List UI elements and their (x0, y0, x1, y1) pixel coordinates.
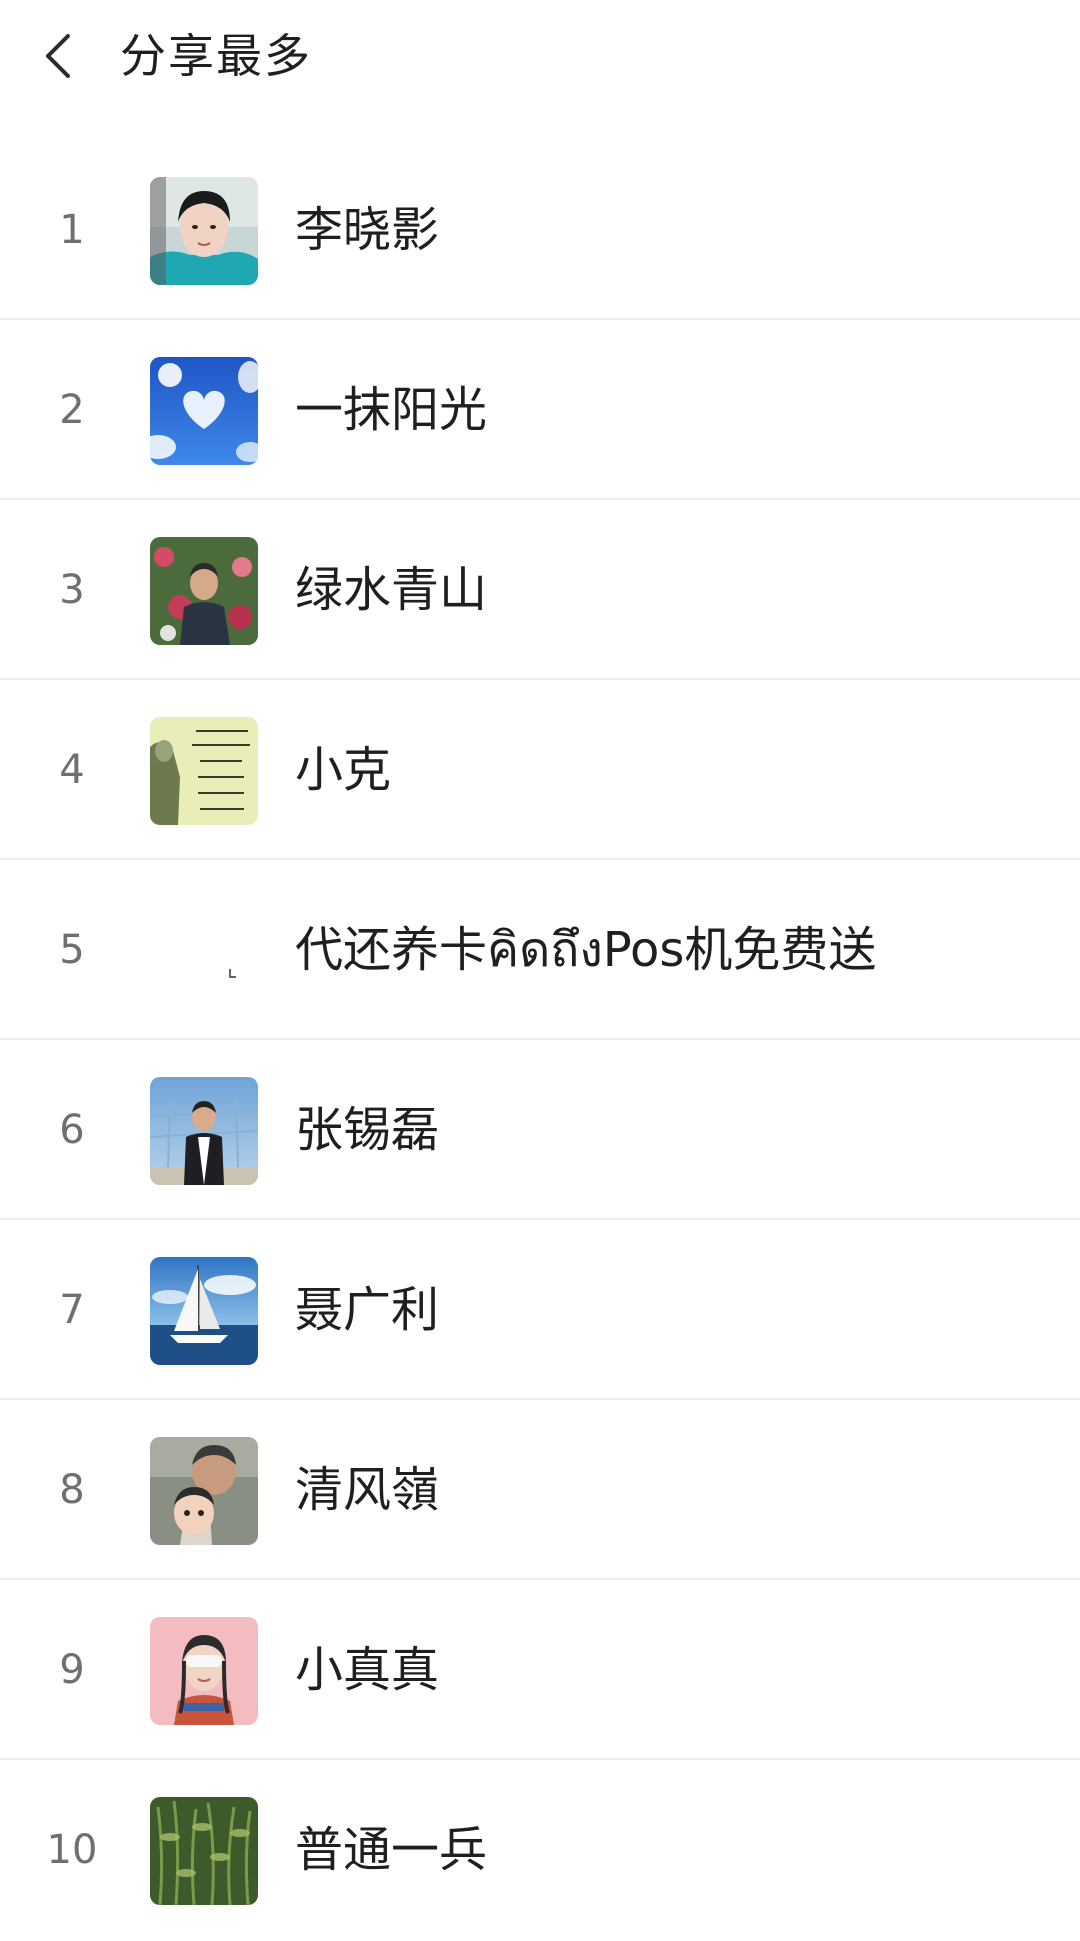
list-item[interactable]: 3 绿水青山 (0, 500, 1080, 680)
rank-number: 6 (59, 1107, 85, 1153)
rank-number: 2 (59, 387, 85, 433)
man-outdoors-avatar[interactable] (150, 1077, 258, 1185)
header-bar: 分享最多 (0, 0, 1080, 130)
girl-eye-mask-avatar[interactable] (150, 1617, 258, 1725)
list-item[interactable]: 1 李晓影 (0, 140, 1080, 320)
user-name: 张锡磊 (295, 1102, 440, 1158)
list-item[interactable]: 10 普通一兵 (0, 1760, 1080, 1940)
heart-cloud-sky-avatar[interactable] (150, 357, 258, 465)
list-item[interactable]: 5 代还养卡คิดถึงPos机免费送 (0, 860, 1080, 1040)
rank-number: 1 (59, 207, 85, 253)
user-name: 一抹阳光 (295, 382, 488, 438)
man-flowers-avatar[interactable] (150, 537, 258, 645)
rank-number: 8 (59, 1467, 85, 1513)
rank-number: 9 (59, 1647, 85, 1693)
rank-number: 10 (46, 1827, 98, 1873)
plants-avatar[interactable] (150, 1797, 258, 1905)
blank-avatar[interactable] (150, 897, 258, 1005)
user-name: 绿水青山 (295, 562, 488, 618)
list-item[interactable]: 8 清风嶺 (0, 1400, 1080, 1580)
list-item[interactable]: 2 一抹阳光 (0, 320, 1080, 500)
user-name: 小克 (295, 742, 392, 798)
back-button[interactable] (36, 28, 84, 84)
list-item[interactable]: 4 小克 (0, 680, 1080, 860)
rank-number: 7 (59, 1287, 85, 1333)
calligraphy-text-avatar[interactable] (150, 717, 258, 825)
user-name: 小真真 (295, 1642, 440, 1698)
list-item[interactable]: 6 张锡磊 (0, 1040, 1080, 1220)
user-name: 聂广利 (295, 1282, 440, 1338)
sailboat-avatar[interactable] (150, 1257, 258, 1365)
user-name: 普通一兵 (295, 1822, 488, 1878)
user-name: 李晓影 (295, 202, 440, 258)
list-item[interactable]: 9 小真真 (0, 1580, 1080, 1760)
rank-number: 3 (59, 567, 85, 613)
person-portrait-avatar[interactable] (150, 177, 258, 285)
list-item[interactable]: 7 聂广利 (0, 1220, 1080, 1400)
chevron-left-icon (46, 34, 70, 78)
rank-number: 5 (59, 927, 85, 973)
user-name: 代还养卡คิดถึงPos机免费送 (295, 922, 877, 978)
ranking-list: 1 李晓影 2 一抹阳光 3 绿水青山 4 小克 5 代还养卡คิดถึงPos… (0, 140, 1080, 1940)
page-title: 分享最多 (120, 29, 312, 83)
rank-number: 4 (59, 747, 85, 793)
user-name: 清风嶺 (295, 1462, 440, 1518)
man-with-child-avatar[interactable] (150, 1437, 258, 1545)
